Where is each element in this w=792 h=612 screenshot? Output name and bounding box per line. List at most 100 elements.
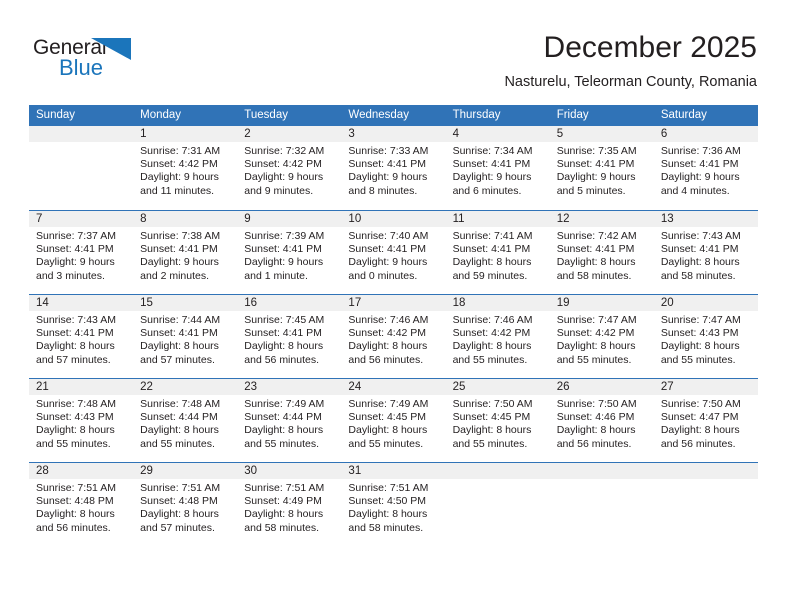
- daylight-text-line2: and 6 minutes.: [452, 184, 522, 197]
- calendar-week-row: 28 Sunrise: 7:51 AM Sunset: 4:48 PM Dayl…: [29, 462, 758, 546]
- day-details: Sunrise: 7:46 AM Sunset: 4:42 PM Dayligh…: [341, 311, 445, 367]
- calendar-day-cell[interactable]: 13 Sunrise: 7:43 AM Sunset: 4:41 PM Dayl…: [653, 210, 758, 294]
- calendar-day-cell[interactable]: [549, 462, 654, 546]
- sunrise-text: Sunrise: 7:42 AM: [556, 230, 637, 242]
- daylight-text-line1: Daylight: 9 hours: [140, 256, 219, 269]
- day-number: 26: [549, 379, 654, 395]
- calendar-body: 1 Sunrise: 7:31 AM Sunset: 4:42 PM Dayli…: [29, 126, 758, 546]
- calendar-day-cell[interactable]: 6 Sunrise: 7:36 AM Sunset: 4:41 PM Dayli…: [653, 126, 758, 210]
- sunset-text: Sunset: 4:41 PM: [244, 327, 322, 340]
- sunset-text: Sunset: 4:45 PM: [452, 411, 531, 424]
- sunset-text: Sunset: 4:41 PM: [556, 243, 635, 256]
- calendar-day-cell[interactable]: 7 Sunrise: 7:37 AM Sunset: 4:41 PM Dayli…: [29, 210, 134, 294]
- sunrise-text: Sunrise: 7:48 AM: [36, 398, 116, 410]
- day-details: Sunrise: 7:51 AM Sunset: 4:49 PM Dayligh…: [237, 479, 341, 535]
- calendar-day-cell[interactable]: [445, 462, 550, 546]
- sunrise-text: Sunrise: 7:32 AM: [244, 145, 325, 157]
- sunrise-text: Sunrise: 7:51 AM: [36, 482, 116, 494]
- day-number: 16: [237, 295, 342, 311]
- calendar-day-cell[interactable]: 20 Sunrise: 7:47 AM Sunset: 4:43 PM Dayl…: [653, 294, 758, 378]
- sunrise-text: Sunrise: 7:43 AM: [36, 314, 116, 326]
- calendar-day-cell[interactable]: 30 Sunrise: 7:51 AM Sunset: 4:49 PM Dayl…: [237, 462, 342, 546]
- calendar-day-cell[interactable]: 27 Sunrise: 7:50 AM Sunset: 4:47 PM Dayl…: [653, 378, 758, 462]
- calendar-day-cell[interactable]: [653, 462, 758, 546]
- day-number: 15: [133, 295, 238, 311]
- calendar-day-cell[interactable]: 23 Sunrise: 7:49 AM Sunset: 4:44 PM Dayl…: [237, 378, 342, 462]
- daylight-text-line2: and 55 minutes.: [452, 353, 528, 366]
- sunset-text: Sunset: 4:45 PM: [348, 411, 427, 424]
- calendar-day-cell[interactable]: 5 Sunrise: 7:35 AM Sunset: 4:41 PM Dayli…: [549, 126, 654, 210]
- daylight-text-line2: and 4 minutes.: [660, 184, 730, 197]
- calendar-day-cell[interactable]: 21 Sunrise: 7:48 AM Sunset: 4:43 PM Dayl…: [29, 378, 134, 462]
- calendar-day-cell[interactable]: 8 Sunrise: 7:38 AM Sunset: 4:41 PM Dayli…: [133, 210, 238, 294]
- daylight-text-line1: Daylight: 9 hours: [244, 171, 324, 184]
- daylight-text-line2: and 58 minutes.: [556, 269, 632, 282]
- calendar-day-cell[interactable]: 14 Sunrise: 7:43 AM Sunset: 4:41 PM Dayl…: [29, 294, 134, 378]
- calendar-day-cell[interactable]: 17 Sunrise: 7:46 AM Sunset: 4:42 PM Dayl…: [341, 294, 446, 378]
- calendar-day-cell[interactable]: 31 Sunrise: 7:51 AM Sunset: 4:50 PM Dayl…: [341, 462, 446, 546]
- weekday-header-friday: Friday: [549, 105, 654, 126]
- day-details: Sunrise: 7:48 AM Sunset: 4:44 PM Dayligh…: [133, 395, 237, 451]
- daylight-text-line2: and 56 minutes.: [244, 353, 319, 366]
- calendar-day-cell[interactable]: 16 Sunrise: 7:45 AM Sunset: 4:41 PM Dayl…: [237, 294, 342, 378]
- calendar-day-cell[interactable]: 11 Sunrise: 7:41 AM Sunset: 4:41 PM Dayl…: [445, 210, 550, 294]
- day-number: 29: [133, 463, 238, 479]
- calendar-day-cell[interactable]: 26 Sunrise: 7:50 AM Sunset: 4:46 PM Dayl…: [549, 378, 654, 462]
- daylight-text-line2: and 58 minutes.: [244, 521, 319, 534]
- calendar-day-cell[interactable]: 9 Sunrise: 7:39 AM Sunset: 4:41 PM Dayli…: [237, 210, 342, 294]
- sunset-text: Sunset: 4:41 PM: [660, 243, 739, 256]
- day-number: 18: [445, 295, 550, 311]
- calendar-day-cell[interactable]: 22 Sunrise: 7:48 AM Sunset: 4:44 PM Dayl…: [133, 378, 238, 462]
- calendar-day-cell[interactable]: 29 Sunrise: 7:51 AM Sunset: 4:48 PM Dayl…: [133, 462, 238, 546]
- day-number: 12: [549, 211, 654, 227]
- day-details: Sunrise: 7:43 AM Sunset: 4:41 PM Dayligh…: [29, 311, 133, 367]
- sunrise-text: Sunrise: 7:51 AM: [348, 482, 429, 494]
- calendar-day-cell[interactable]: 19 Sunrise: 7:47 AM Sunset: 4:42 PM Dayl…: [549, 294, 654, 378]
- calendar-day-cell[interactable]: 25 Sunrise: 7:50 AM Sunset: 4:45 PM Dayl…: [445, 378, 550, 462]
- sunrise-text: Sunrise: 7:51 AM: [244, 482, 325, 494]
- daylight-text-line1: Daylight: 8 hours: [348, 340, 428, 353]
- daylight-text-line2: and 9 minutes.: [244, 184, 314, 197]
- day-details: Sunrise: 7:48 AM Sunset: 4:43 PM Dayligh…: [29, 395, 133, 451]
- daylight-text-line2: and 55 minutes.: [140, 437, 215, 450]
- sunrise-text: Sunrise: 7:41 AM: [452, 230, 533, 242]
- day-details: Sunrise: 7:46 AM Sunset: 4:42 PM Dayligh…: [446, 311, 550, 367]
- calendar-week-row: 1 Sunrise: 7:31 AM Sunset: 4:42 PM Dayli…: [29, 126, 758, 210]
- sunset-text: Sunset: 4:48 PM: [36, 495, 114, 508]
- calendar-day-cell[interactable]: 10 Sunrise: 7:40 AM Sunset: 4:41 PM Dayl…: [341, 210, 446, 294]
- daylight-text-line1: Daylight: 8 hours: [660, 340, 740, 353]
- calendar-day-cell[interactable]: 4 Sunrise: 7:34 AM Sunset: 4:41 PM Dayli…: [445, 126, 550, 210]
- daylight-text-line1: Daylight: 8 hours: [140, 424, 219, 437]
- calendar-day-cell[interactable]: 15 Sunrise: 7:44 AM Sunset: 4:41 PM Dayl…: [133, 294, 238, 378]
- calendar-day-cell[interactable]: [29, 126, 134, 210]
- daylight-text-line2: and 56 minutes.: [660, 437, 736, 450]
- sunrise-text: Sunrise: 7:50 AM: [452, 398, 533, 410]
- day-number: 14: [29, 295, 134, 311]
- day-details: Sunrise: 7:36 AM Sunset: 4:41 PM Dayligh…: [654, 142, 758, 198]
- sunrise-text: Sunrise: 7:33 AM: [348, 145, 429, 157]
- page-subtitle: Nasturelu, Teleorman County, Romania: [504, 74, 757, 90]
- daylight-text-line1: Daylight: 8 hours: [556, 424, 636, 437]
- calendar-day-cell[interactable]: 2 Sunrise: 7:32 AM Sunset: 4:42 PM Dayli…: [237, 126, 342, 210]
- sunrise-text: Sunrise: 7:49 AM: [244, 398, 325, 410]
- daylight-text-line1: Daylight: 8 hours: [140, 340, 219, 353]
- sunset-text: Sunset: 4:48 PM: [140, 495, 218, 508]
- calendar-page: General Blue December 2025 Nasturelu, Te…: [0, 0, 792, 612]
- day-number: 11: [445, 211, 550, 227]
- calendar-day-cell[interactable]: 24 Sunrise: 7:49 AM Sunset: 4:45 PM Dayl…: [341, 378, 446, 462]
- sunset-text: Sunset: 4:41 PM: [348, 158, 427, 171]
- day-details: Sunrise: 7:50 AM Sunset: 4:46 PM Dayligh…: [550, 395, 654, 451]
- calendar-day-cell[interactable]: 28 Sunrise: 7:51 AM Sunset: 4:48 PM Dayl…: [29, 462, 134, 546]
- day-number: 23: [237, 379, 342, 395]
- calendar-day-cell[interactable]: 1 Sunrise: 7:31 AM Sunset: 4:42 PM Dayli…: [133, 126, 238, 210]
- day-number: 31: [341, 463, 446, 479]
- calendar-day-cell[interactable]: 3 Sunrise: 7:33 AM Sunset: 4:41 PM Dayli…: [341, 126, 446, 210]
- daylight-text-line2: and 11 minutes.: [140, 184, 215, 197]
- day-number: 10: [341, 211, 446, 227]
- daylight-text-line1: Daylight: 9 hours: [660, 171, 740, 184]
- day-number: 19: [549, 295, 654, 311]
- calendar-day-cell[interactable]: 12 Sunrise: 7:42 AM Sunset: 4:41 PM Dayl…: [549, 210, 654, 294]
- daylight-text-line2: and 59 minutes.: [452, 269, 528, 282]
- daylight-text-line2: and 57 minutes.: [36, 353, 111, 366]
- calendar-day-cell[interactable]: 18 Sunrise: 7:46 AM Sunset: 4:42 PM Dayl…: [445, 294, 550, 378]
